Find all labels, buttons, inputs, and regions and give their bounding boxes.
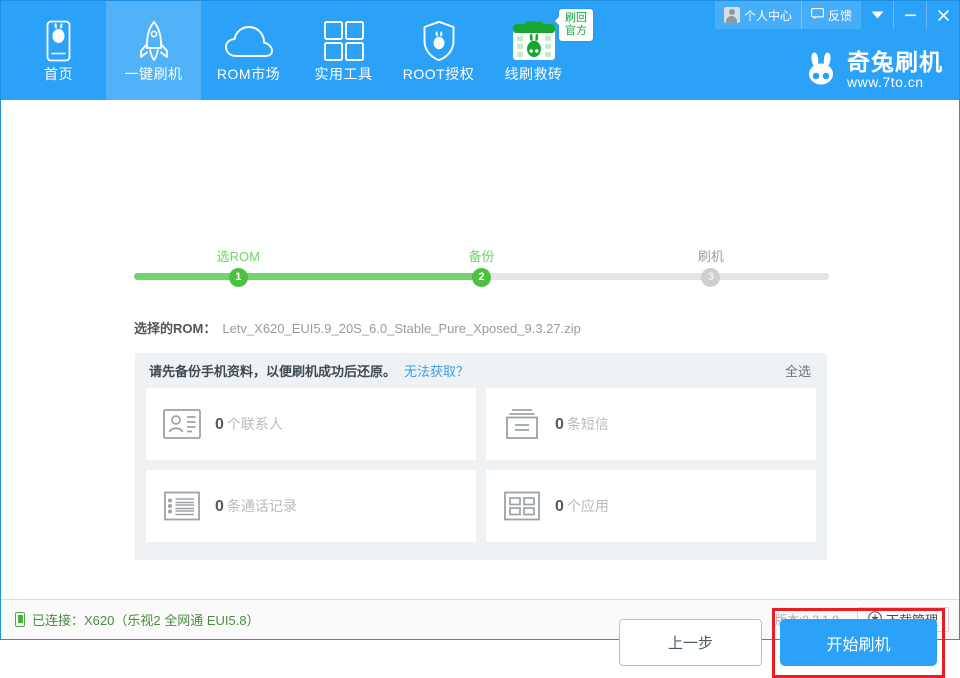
user-center-button[interactable]: 个人中心 (715, 1, 802, 29)
brand-text: 奇兔刷机 www.7to.cn (847, 50, 943, 90)
step-label-select-rom: 选ROM (216, 249, 260, 264)
step-number-flash: 3 (701, 268, 721, 287)
step-label-flash: 刷机 (697, 249, 724, 264)
step-number-backup: 2 (472, 268, 491, 287)
backup-panel-header: 请先备份手机资料，以便刷机成功后还原。 无法获取？ 全选 (135, 353, 827, 388)
backup-card-contacts[interactable]: 0 个联系人 (146, 388, 476, 460)
contacts-unit: 个联系人 (226, 416, 283, 432)
apps-grid-icon (503, 491, 541, 522)
titlebar-account-group: 个人中心 反馈 (714, 1, 861, 29)
call-log-unit: 条通话记录 (226, 498, 297, 514)
nav-item-home[interactable]: 首页 (11, 1, 106, 100)
contacts-count: 0 (215, 416, 224, 433)
sms-unit: 条短信 (566, 416, 609, 432)
contact-card-icon (163, 409, 201, 440)
backup-panel-title: 请先备份手机资料，以便刷机成功后还原。 (149, 364, 397, 379)
previous-step-button[interactable]: 上一步 (619, 619, 762, 666)
rabbit-logo-icon (803, 51, 839, 90)
avatar-icon (723, 7, 740, 23)
brand-logo: 奇兔刷机 www.7to.cn (803, 50, 943, 90)
titlebar: 个人中心 反馈 (714, 1, 959, 29)
nav-label-rescue: 线刷救砖 (504, 65, 563, 82)
window-controls (861, 1, 959, 29)
steps-fill (134, 273, 482, 280)
feedback-button[interactable]: 反馈 (802, 1, 861, 29)
selected-rom-label: 选择的ROM： (134, 321, 217, 336)
rescue-box-icon (511, 21, 557, 61)
qitu-flash-tool-window: 个人中心 反馈 首页 一键刷机 ROM市场 实用工具 ROOT授权 线刷救砖 刷… (0, 0, 960, 678)
phone-home-icon (43, 20, 74, 61)
main-content: 选ROM 1 备份 2 刷机 3 选择的ROM： Letv_X620_EUI5.9… (1, 100, 959, 678)
nav-item-rescue[interactable]: 线刷救砖 刷回官方 (486, 1, 593, 100)
step-label-backup: 备份 (468, 249, 495, 264)
sms-icon (503, 409, 541, 440)
app-header: 个人中心 反馈 首页 一键刷机 ROM市场 实用工具 ROOT授权 线刷救砖 刷… (1, 1, 959, 100)
call-log-count: 0 (215, 498, 224, 515)
minimize-icon[interactable] (894, 1, 927, 29)
backup-card-call-log[interactable]: 0 条通话记录 (146, 470, 476, 542)
nav-label-one-key-flash: 一键刷机 (124, 65, 183, 82)
backup-cards: 0 个联系人 0 条短信 0 条通话记录 0 个应用 (135, 388, 827, 553)
nav-item-root[interactable]: ROOT授权 (391, 1, 486, 100)
backup-panel: 请先备份手机资料，以便刷机成功后还原。 无法获取？ 全选 0 个联系人 0 条短… (135, 353, 827, 560)
step-flash: 刷机 3 (666, 250, 756, 287)
brand-name: 奇兔刷机 (847, 49, 943, 75)
sms-count: 0 (555, 416, 564, 433)
dropdown-menu-icon[interactable] (861, 1, 894, 29)
user-center-label: 个人中心 (743, 8, 792, 23)
nav-label-rom-market: ROM市场 (216, 65, 281, 82)
selected-rom-line: 选择的ROM： Letv_X620_EUI5.9_20S_6.0_Stable_P… (134, 318, 581, 337)
backup-card-sms-text: 0 条短信 (555, 414, 609, 434)
backup-card-sms[interactable]: 0 条短信 (486, 388, 816, 460)
action-buttons: 上一步 开始刷机 (1, 608, 959, 678)
cannot-get-link[interactable]: 无法获取？ (404, 361, 469, 380)
main-nav: 首页 一键刷机 ROM市场 实用工具 ROOT授权 线刷救砖 刷回官方 (11, 1, 593, 100)
nav-label-root: ROOT授权 (402, 65, 475, 82)
apps-count: 0 (555, 498, 564, 515)
nav-item-rom-market[interactable]: ROM市场 (201, 1, 296, 100)
speech-bubble-icon (811, 7, 824, 23)
start-flash-button[interactable]: 开始刷机 (780, 619, 937, 666)
backup-card-call-log-text: 0 条通话记录 (215, 496, 297, 516)
shield-icon (422, 20, 456, 61)
select-all-button[interactable]: 全选 (785, 361, 811, 380)
nav-label-tools: 实用工具 (314, 65, 373, 82)
feedback-label: 反馈 (827, 8, 852, 23)
call-log-icon (163, 491, 201, 522)
selected-rom-value: Letv_X620_EUI5.9_20S_6.0_Stable_Pure_Xpo… (222, 321, 581, 336)
nav-item-tools[interactable]: 实用工具 (296, 1, 391, 100)
progress-steps: 选ROM 1 备份 2 刷机 3 (134, 250, 829, 290)
rocket-icon (137, 20, 171, 62)
brand-url: www.7to.cn (847, 74, 924, 90)
rescue-badge: 刷回官方 (555, 9, 593, 41)
backup-card-apps[interactable]: 0 个应用 (486, 470, 816, 542)
phone-icon (15, 612, 25, 627)
cloud-icon (224, 21, 274, 61)
backup-card-apps-text: 0 个应用 (555, 496, 609, 516)
nav-item-one-key-flash[interactable]: 一键刷机 (106, 1, 201, 100)
apps-unit: 个应用 (566, 498, 609, 514)
close-icon[interactable] (927, 1, 959, 29)
backup-card-contacts-text: 0 个联系人 (215, 414, 283, 434)
nav-label-home: 首页 (44, 65, 73, 82)
step-number-select-rom: 1 (228, 268, 248, 287)
step-select-rom: 选ROM 1 (193, 250, 283, 287)
step-backup: 备份 2 (437, 250, 527, 287)
grid-tools-icon (323, 20, 365, 61)
